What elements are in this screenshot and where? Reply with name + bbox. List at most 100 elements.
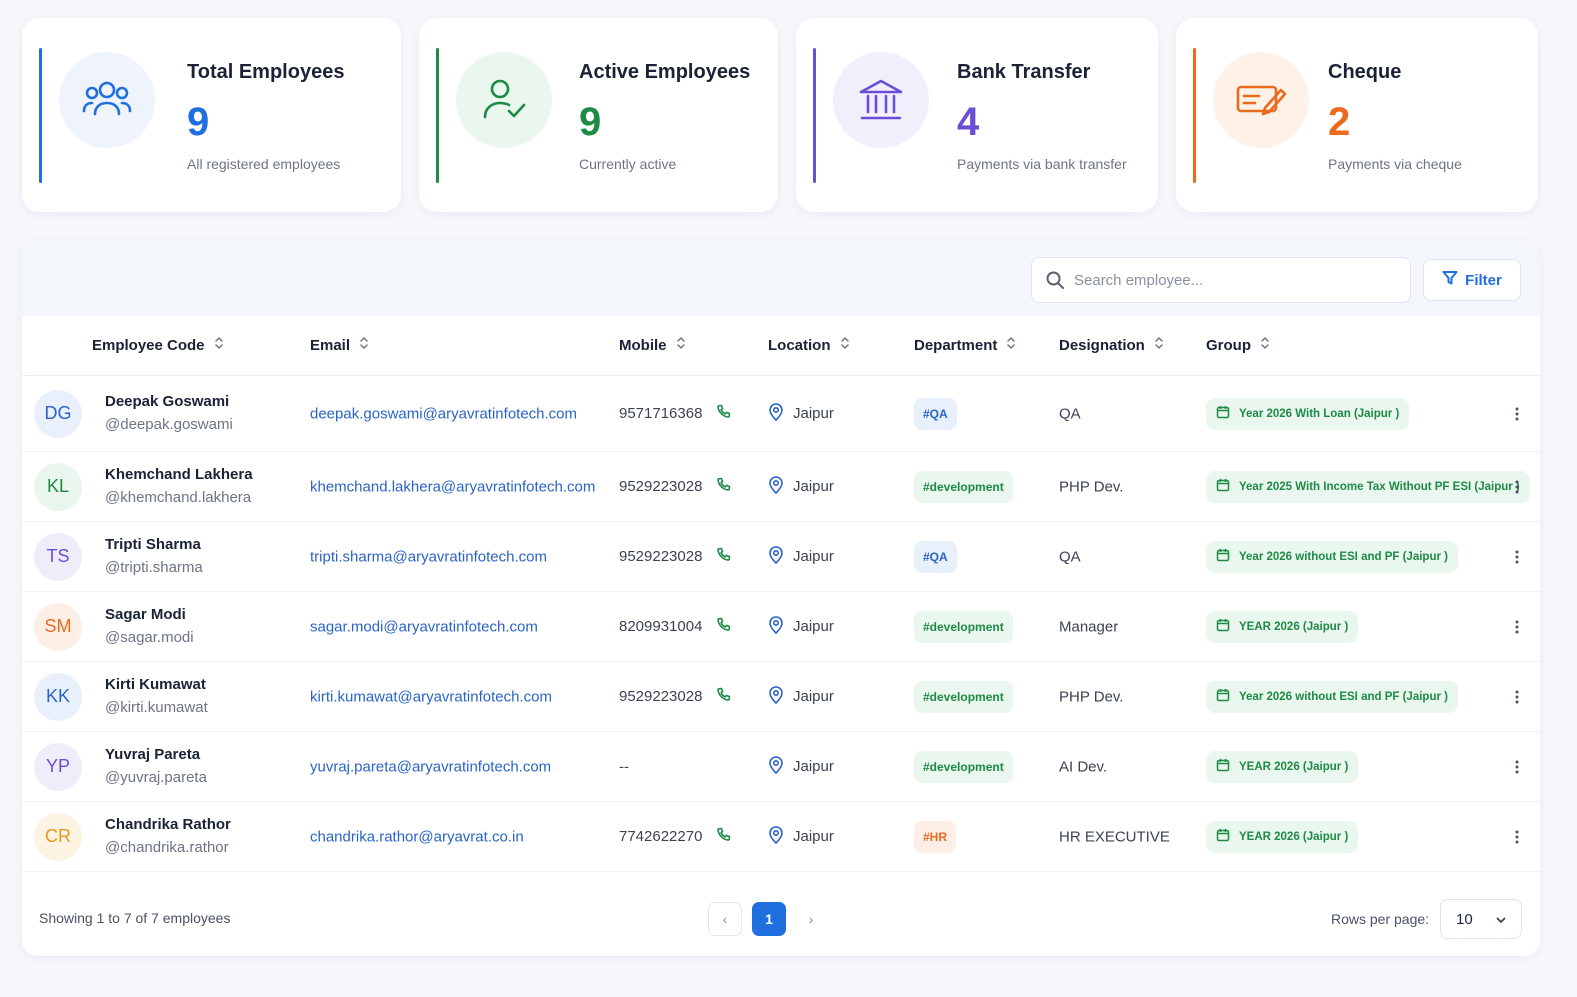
employee-identity: Kirti Kumawat @kirti.kumawat <box>105 674 208 720</box>
column-header-label: Employee Code <box>92 336 205 354</box>
employee-email-link[interactable]: sagar.modi@aryavratinfotech.com <box>310 618 538 635</box>
mobile-number: 9529223028 <box>619 478 703 495</box>
employee-mobile: -- <box>619 758 629 775</box>
row-actions-menu-icon[interactable] <box>1510 686 1524 708</box>
sort-icon <box>359 336 369 354</box>
column-header-label: Group <box>1206 336 1251 354</box>
sort-icon <box>1154 336 1164 354</box>
table-row[interactable]: KK Kirti Kumawat @kirti.kumawat kirti.kumaw… <box>22 662 1540 732</box>
search-input[interactable] <box>1074 266 1394 294</box>
column-header-designation[interactable]: Designation <box>1059 336 1164 354</box>
row-actions-menu-icon[interactable] <box>1510 756 1524 778</box>
row-actions-menu-icon[interactable] <box>1510 403 1524 425</box>
phone-icon[interactable] <box>716 687 732 707</box>
table-row[interactable]: YP Yuvraj Pareta @yuvraj.pareta yuvraj.pare… <box>22 732 1540 802</box>
employee-name[interactable]: Sagar Modi <box>105 604 194 626</box>
column-header-employee-code[interactable]: Employee Code <box>92 336 224 354</box>
table-row[interactable]: KL Khemchand Lakhera @khemchand.lakhera khe… <box>22 452 1540 522</box>
stat-card-active-employees: Active Employees 9 Currently active <box>419 18 778 212</box>
group-label: Year 2026 With Loan (Jaipur ) <box>1239 407 1400 420</box>
employee-identity: Yuvraj Pareta @yuvraj.pareta <box>105 744 207 790</box>
location-label: Jaipur <box>793 405 834 422</box>
rows-per-page-label: Rows per page: <box>1331 911 1430 927</box>
column-header-label: Email <box>310 336 351 354</box>
filter-button[interactable]: Filter <box>1423 259 1521 301</box>
table-row[interactable]: SM Sagar Modi @sagar.modi sagar.modi@aryavr… <box>22 592 1540 662</box>
prev-page-button[interactable]: ‹ <box>708 902 742 936</box>
stat-title: Total Employees <box>187 61 345 83</box>
employee-name[interactable]: Kirti Kumawat <box>105 674 208 696</box>
row-actions-menu-icon[interactable] <box>1510 616 1524 638</box>
employee-designation: Manager <box>1059 618 1119 635</box>
employee-email-link[interactable]: kirti.kumawat@aryavratinfotech.com <box>310 688 552 705</box>
stat-card-cheque: Cheque 2 Payments via cheque <box>1176 18 1538 212</box>
employee-email-link[interactable]: deepak.goswami@aryavratinfotech.com <box>310 405 577 422</box>
employee-name[interactable]: Khemchand Lakhera <box>105 464 253 486</box>
table-row[interactable]: TS Tripti Sharma @tripti.sharma tripti.shar… <box>22 522 1540 592</box>
phone-icon[interactable] <box>716 617 732 637</box>
employee-mobile: 9571716368 <box>619 404 732 424</box>
column-header-location[interactable]: Location <box>768 336 850 354</box>
employee-mobile: 9529223028 <box>619 687 732 707</box>
employee-designation: AI Dev. <box>1059 758 1108 775</box>
phone-icon[interactable] <box>716 477 732 497</box>
group-label: Year 2026 without ESI and PF (Jaipur ) <box>1239 550 1448 563</box>
employee-username: @yuvraj.pareta <box>105 768 207 786</box>
page-button-current[interactable]: 1 <box>752 902 786 936</box>
column-header-mobile[interactable]: Mobile <box>619 336 686 354</box>
location-label: Jaipur <box>793 688 834 705</box>
phone-icon[interactable] <box>716 404 732 424</box>
employee-username: @kirti.kumawat <box>105 698 208 716</box>
avatar: TS <box>34 532 82 581</box>
location-pin-icon <box>768 475 784 498</box>
search-icon <box>1045 270 1065 295</box>
employee-name[interactable]: Deepak Goswami <box>105 391 233 413</box>
sort-icon <box>214 336 224 354</box>
department-badge: #QA <box>914 540 957 573</box>
mobile-number: 8209931004 <box>619 618 703 635</box>
mobile-number: -- <box>619 758 629 775</box>
avatar: KK <box>34 672 82 721</box>
search-box[interactable] <box>1031 257 1411 303</box>
employee-name[interactable]: Yuvraj Pareta <box>105 744 207 766</box>
employee-username: @sagar.modi <box>105 628 194 646</box>
group-badge: YEAR 2026 (Jaipur ) <box>1206 750 1359 783</box>
employee-email-link[interactable]: khemchand.lakhera@aryavratinfotech.com <box>310 478 595 495</box>
department-badge: #development <box>914 750 1013 783</box>
phone-icon[interactable] <box>716 827 732 847</box>
stat-subtitle: All registered employees <box>187 156 341 172</box>
mobile-number: 9529223028 <box>619 688 703 705</box>
employee-mobile: 9529223028 <box>619 547 732 567</box>
table-row[interactable]: DG Deepak Goswami @deepak.goswami deepak.go… <box>22 376 1540 452</box>
employee-location: Jaipur <box>768 615 834 638</box>
row-actions-menu-icon[interactable] <box>1510 476 1524 498</box>
stat-value: 9 <box>579 100 602 144</box>
row-actions-menu-icon[interactable] <box>1510 546 1524 568</box>
sort-icon <box>1006 336 1016 354</box>
mobile-number: 9529223028 <box>619 548 703 565</box>
accent-bar <box>813 48 816 183</box>
location-label: Jaipur <box>793 828 834 845</box>
employee-identity: Chandrika Rathor @chandrika.rathor <box>105 814 231 860</box>
department-badge: #QA <box>914 397 957 430</box>
calendar-icon <box>1216 828 1230 845</box>
column-header-department[interactable]: Department <box>914 336 1016 354</box>
table-row[interactable]: CR Chandrika Rathor @chandrika.rathor chand… <box>22 802 1540 872</box>
accent-bar <box>1193 48 1196 183</box>
employee-email-link[interactable]: yuvraj.pareta@aryavratinfotech.com <box>310 758 551 775</box>
mobile-number: 9571716368 <box>619 405 703 422</box>
rows-per-page-select[interactable]: 10 <box>1440 899 1522 939</box>
employee-name[interactable]: Tripti Sharma <box>105 534 203 556</box>
employee-location: Jaipur <box>768 685 834 708</box>
stat-title: Cheque <box>1328 61 1402 83</box>
column-header-email[interactable]: Email <box>310 336 369 354</box>
next-page-button[interactable]: › <box>794 902 828 936</box>
column-header-group[interactable]: Group <box>1206 336 1270 354</box>
employee-name[interactable]: Chandrika Rathor <box>105 814 231 836</box>
row-actions-menu-icon[interactable] <box>1510 826 1524 848</box>
sort-icon <box>676 336 686 354</box>
employee-email-link[interactable]: tripti.sharma@aryavratinfotech.com <box>310 548 547 565</box>
phone-icon[interactable] <box>716 547 732 567</box>
employee-email-link[interactable]: chandrika.rathor@aryavrat.co.in <box>310 828 524 845</box>
avatar: KL <box>34 462 82 511</box>
